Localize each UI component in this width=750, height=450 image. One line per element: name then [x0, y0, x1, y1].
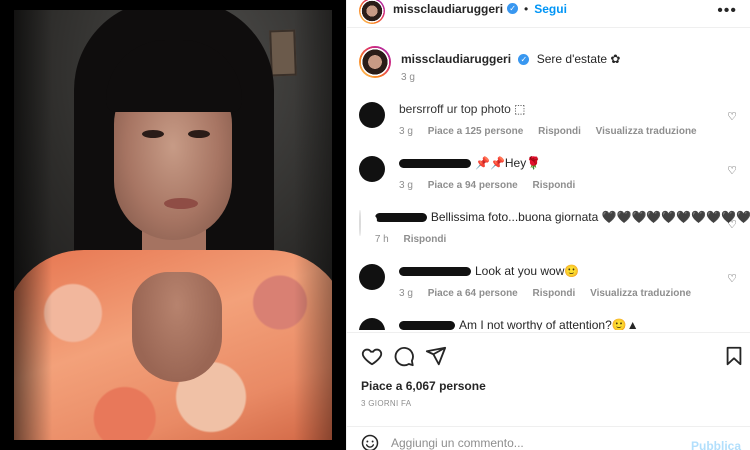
commenter-avatar[interactable] — [359, 156, 385, 182]
verified-icon: ✓ — [518, 54, 530, 66]
comment-item: Look at you wow🙂 3 g Piace a 64 persone … — [359, 264, 750, 299]
translate-button[interactable]: Visualizza traduzione — [596, 126, 697, 137]
heart-icon[interactable]: ♡ — [727, 110, 737, 123]
comment-time[interactable]: 3 g — [399, 288, 413, 299]
reply-button[interactable]: Rispondi — [404, 234, 447, 245]
commenter-avatar[interactable] — [359, 318, 385, 330]
commenter-avatar[interactable] — [359, 264, 385, 290]
comment-likes[interactable]: Piace a 94 persone — [428, 180, 518, 191]
post-date[interactable]: 3 GIORNI FA — [361, 399, 411, 408]
comment-item: 📌📌Hey🌹 3 g Piace a 94 persone Rispondi ♡ — [359, 156, 750, 191]
reply-button[interactable]: Rispondi — [533, 288, 576, 299]
comment-likes[interactable]: Piace a 125 persone — [428, 126, 524, 137]
follow-button[interactable]: Segui — [534, 2, 567, 16]
post-media-pane — [0, 0, 346, 450]
post-header: missclaudiaruggeri ✓ • Segui ••• — [347, 0, 750, 28]
comment-text: 📌📌Hey🌹 — [475, 156, 542, 170]
comment-likes[interactable]: Piace a 64 persone — [428, 288, 518, 299]
redacted-username — [374, 213, 427, 223]
comment-input[interactable]: Aggiungi un commento... — [391, 436, 524, 450]
comment-icon[interactable] — [393, 345, 415, 367]
share-icon[interactable] — [425, 345, 447, 367]
comment-item: bersrroff ur top photo ⬚ 3 g Piace a 125… — [359, 102, 750, 137]
heart-icon[interactable]: ♡ — [727, 164, 737, 177]
heart-icon[interactable]: ♡ — [727, 218, 737, 231]
comments-list[interactable]: missclaudiaruggeri ✓ Sere d'estate ✿ 3 g… — [347, 40, 750, 330]
caption-username[interactable]: missclaudiaruggeri — [401, 52, 511, 66]
post-photo[interactable] — [14, 10, 332, 440]
redacted-username — [399, 321, 455, 330]
reply-button[interactable]: Rispondi — [533, 180, 576, 191]
verified-icon: ✓ — [507, 3, 519, 14]
bookmark-icon[interactable] — [723, 345, 745, 367]
commenter-avatar[interactable] — [359, 210, 376, 236]
comment-text: Look at you wow🙂 — [475, 264, 580, 278]
emoji-icon[interactable] — [361, 434, 379, 450]
commenter-avatar[interactable] — [359, 102, 385, 128]
comment-time[interactable]: 3 g — [399, 180, 413, 191]
author-username[interactable]: missclaudiaruggeri — [393, 2, 503, 16]
likes-count[interactable]: Piace a 6,067 persone — [361, 379, 486, 393]
comment-item: Bellissima foto...buona giornata 🖤🖤🖤🖤🖤🖤🖤… — [359, 210, 750, 245]
more-icon[interactable]: ••• — [717, 2, 737, 20]
comment-text: Am I not worthy of attention?🙂▲ — [459, 318, 639, 330]
redacted-username — [399, 267, 471, 277]
author-avatar[interactable] — [359, 0, 385, 24]
translate-button[interactable]: Visualizza traduzione — [590, 288, 691, 299]
caption-avatar[interactable] — [359, 46, 391, 78]
post-side-panel: missclaudiaruggeri ✓ • Segui ••• misscla… — [346, 0, 750, 450]
comment-text: bersrroff ur top photo ⬚ — [399, 102, 526, 116]
header-separator: • — [524, 1, 529, 16]
heart-icon[interactable] — [361, 345, 383, 367]
heart-icon[interactable]: ♡ — [727, 272, 737, 285]
caption-time[interactable]: 3 g — [401, 72, 415, 83]
comment-item: Am I not worthy of attention?🙂▲ — [359, 318, 750, 330]
comment-composer: Aggiungi un commento... Pubblica — [347, 426, 750, 450]
photo-shadow — [14, 10, 332, 440]
caption-text: Sere d'estate ✿ — [536, 52, 621, 66]
comment-time[interactable]: 3 g — [399, 126, 413, 137]
redacted-username — [399, 159, 471, 169]
post-caption: missclaudiaruggeri ✓ Sere d'estate ✿ 3 g — [359, 46, 620, 83]
reply-button[interactable]: Rispondi — [538, 126, 581, 137]
comment-text: Bellissima foto...buona giornata 🖤🖤🖤🖤🖤🖤🖤… — [430, 210, 750, 224]
comment-time[interactable]: 7 h — [375, 234, 389, 245]
publish-button[interactable]: Pubblica — [691, 439, 741, 450]
